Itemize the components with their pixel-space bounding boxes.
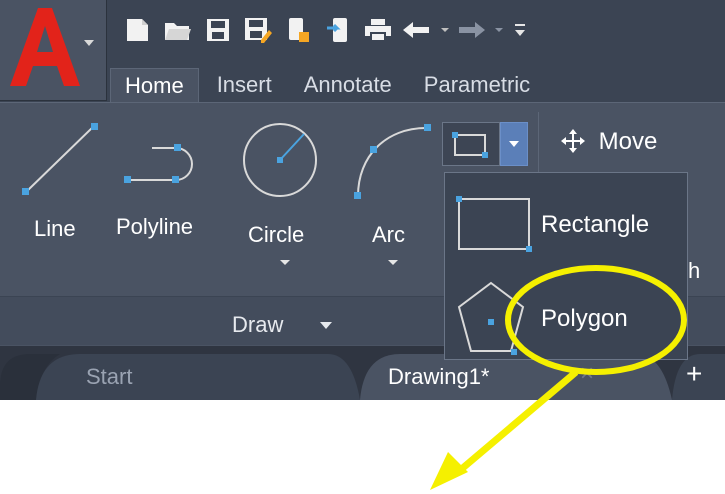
circle-label: Circle xyxy=(248,222,305,247)
line-label: Line xyxy=(34,216,76,241)
arc-dropdown-caret-icon[interactable] xyxy=(388,260,398,265)
annotation-arrow-head xyxy=(430,452,468,490)
redo-icon[interactable] xyxy=(454,10,510,50)
rectangle-label: Rectangle xyxy=(541,211,650,238)
share-icon[interactable] xyxy=(318,10,358,50)
polyline-icon xyxy=(124,144,193,183)
circle-dropdown-caret-icon[interactable] xyxy=(280,260,290,265)
draw-panel-title[interactable]: Draw xyxy=(232,312,283,338)
new-icon[interactable] xyxy=(118,10,158,50)
application-menu-button[interactable] xyxy=(0,0,107,101)
flyout-item-polygon[interactable]: Polygon xyxy=(445,269,687,359)
publish-icon[interactable] xyxy=(278,10,318,50)
tab-home[interactable]: Home xyxy=(110,68,199,103)
close-icon: × xyxy=(580,360,595,387)
flyout-item-rectangle[interactable]: Rectangle xyxy=(445,173,687,263)
line-tool-button[interactable]: Line xyxy=(14,116,104,266)
move-button[interactable]: Move xyxy=(560,128,657,156)
rectangle-split-button[interactable] xyxy=(442,122,528,166)
drawing1-tab-label: Drawing1* xyxy=(388,364,490,389)
tab-insert[interactable]: Insert xyxy=(203,68,286,102)
circle-tool-button[interactable]: Circle xyxy=(238,116,328,266)
polygon-label: Polygon xyxy=(541,305,628,332)
undo-icon[interactable] xyxy=(398,10,454,50)
polyline-label: Polyline xyxy=(116,214,194,239)
plus-icon: + xyxy=(686,358,703,389)
polyline-tool-button[interactable]: Polyline xyxy=(112,116,212,266)
quick-access-toolbar xyxy=(0,0,725,60)
circle-icon xyxy=(243,123,317,197)
rectangle-button[interactable] xyxy=(442,122,500,166)
save-icon[interactable] xyxy=(198,10,238,50)
arc-tool-button[interactable]: Arc xyxy=(346,116,436,266)
dropdown-arrow-icon xyxy=(509,141,519,147)
stretch-partial-label: h xyxy=(688,258,701,283)
rectangle-icon xyxy=(456,196,532,252)
print-icon[interactable] xyxy=(358,10,398,50)
tab-parametric[interactable]: Parametric xyxy=(410,68,544,102)
tab-annotate[interactable]: Annotate xyxy=(290,68,406,102)
arc-icon xyxy=(354,124,431,199)
polygon-icon xyxy=(457,281,525,355)
arc-label: Arc xyxy=(372,222,405,247)
rectangle-polygon-flyout: Rectangle Polygon xyxy=(444,172,688,360)
open-icon[interactable] xyxy=(158,10,198,50)
autocad-logo-icon xyxy=(10,8,80,86)
autocad-window: Home Insert Annotate Parametric Line Pol… xyxy=(0,0,725,400)
ribbon-tabs: Home Insert Annotate Parametric xyxy=(110,68,548,103)
app-menu-caret-icon xyxy=(84,40,94,46)
move-label: Move xyxy=(598,128,658,155)
line-icon xyxy=(22,123,98,195)
quick-access-icons xyxy=(118,10,530,50)
draw-panel-expand-icon[interactable] xyxy=(320,322,332,329)
overflow-icon[interactable] xyxy=(510,10,530,50)
start-tab-label: Start xyxy=(86,364,133,389)
save-as-icon[interactable] xyxy=(238,10,278,50)
rectangle-small-icon xyxy=(452,132,488,158)
move-icon xyxy=(561,129,585,153)
rectangle-dropdown-button[interactable] xyxy=(500,122,528,166)
